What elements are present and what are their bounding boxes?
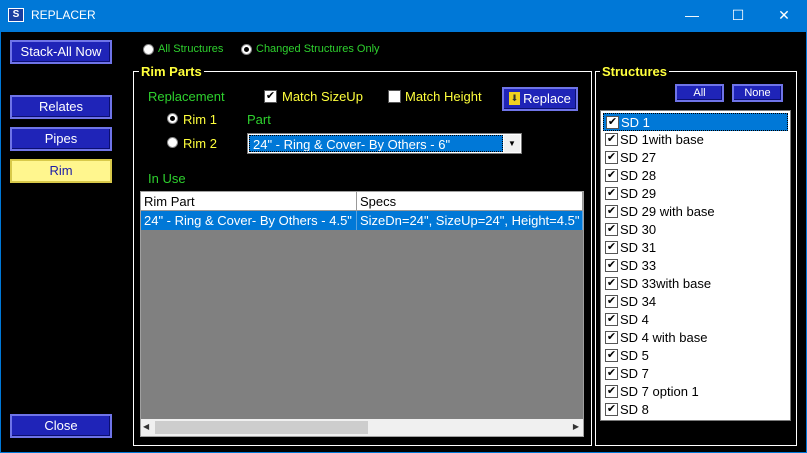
chevron-down-icon[interactable]: ▼ — [504, 135, 520, 152]
structure-checkbox[interactable]: ✔ — [605, 169, 618, 182]
app-icon: S — [8, 8, 24, 22]
structure-label: SD 7 — [620, 366, 649, 381]
horizontal-scrollbar[interactable]: ◀ ▶ — [141, 419, 583, 436]
changed-structures-radio[interactable] — [241, 44, 252, 55]
select-none-button[interactable]: None — [732, 84, 783, 102]
rim-button[interactable]: Rim — [10, 159, 112, 183]
structure-label: SD 1 — [621, 115, 650, 130]
list-item[interactable]: ✔ SD 7 option 1 — [603, 383, 788, 401]
structure-checkbox[interactable]: ✔ — [606, 116, 619, 129]
structure-checkbox[interactable]: ✔ — [605, 349, 618, 362]
structure-checkbox[interactable]: ✔ — [605, 205, 618, 218]
list-item[interactable]: ✔ SD 31 — [603, 239, 788, 257]
part-select[interactable]: 24" - Ring & Cover- By Others - 6" ▼ — [247, 133, 522, 154]
rim1-radio[interactable] — [167, 113, 178, 124]
close-window-icon[interactable]: ✕ — [761, 0, 807, 31]
scroll-thumb[interactable] — [155, 421, 368, 434]
structure-label: SD 34 — [620, 294, 657, 309]
structure-label: SD 33 — [620, 258, 657, 273]
title-bar[interactable]: S REPLACER — ☐ ✕ — [0, 0, 807, 31]
list-item[interactable]: ✔ SD 29 — [603, 185, 788, 203]
structure-checkbox[interactable]: ✔ — [605, 241, 618, 254]
structure-label: SD 1with base — [620, 132, 704, 147]
scroll-right-icon[interactable]: ▶ — [573, 422, 579, 431]
list-item[interactable]: ✔ SD 28 — [603, 167, 788, 185]
list-item[interactable]: ✔ SD 29 with base — [603, 203, 788, 221]
structure-label: SD 29 with base — [620, 204, 715, 219]
structure-label: SD 33with base — [620, 276, 712, 291]
structure-label: SD 29 — [620, 186, 657, 201]
scroll-left-icon[interactable]: ◀ — [143, 422, 149, 431]
list-item[interactable]: ✔ SD 1 — [603, 113, 788, 131]
structures-list[interactable]: ✔ SD 1 ✔ SD 1with base ✔ SD 27 ✔ SD 28 ✔ SD 29 ✔ SD… — [600, 110, 791, 421]
pipes-button[interactable]: Pipes — [10, 127, 112, 151]
part-label: Part — [247, 112, 271, 127]
table-row-cell-rim-part[interactable]: 24" - Ring & Cover- By Others - 4.5" — [141, 211, 357, 230]
minimize-icon[interactable]: — — [669, 0, 715, 31]
stack-all-now-button[interactable]: Stack-All Now — [10, 40, 112, 64]
select-all-button[interactable]: All — [675, 84, 724, 102]
structure-label: SD 28 — [620, 168, 657, 183]
maximize-icon[interactable]: ☐ — [715, 0, 761, 31]
list-item[interactable]: ✔ SD 4 with base — [603, 329, 788, 347]
changed-structures-label: Changed Structures Only — [256, 43, 380, 55]
list-item[interactable]: ✔ SD 27 — [603, 149, 788, 167]
structure-checkbox[interactable]: ✔ — [605, 187, 618, 200]
list-item[interactable]: ✔ SD 5 — [603, 347, 788, 365]
replace-button-label: Replace — [523, 91, 571, 106]
structure-label: SD 27 — [620, 150, 657, 165]
in-use-table[interactable]: Rim Part Specs 24" - Ring & Cover- By Ot… — [140, 191, 584, 437]
structure-checkbox[interactable]: ✔ — [605, 223, 618, 236]
rim2-label: Rim 2 — [183, 136, 217, 151]
structure-checkbox[interactable]: ✔ — [605, 385, 618, 398]
structure-checkbox[interactable]: ✔ — [605, 259, 618, 272]
list-item[interactable]: ✔ SD 34 — [603, 293, 788, 311]
structure-checkbox[interactable]: ✔ — [605, 367, 618, 380]
rim1-label: Rim 1 — [183, 112, 217, 127]
in-use-label: In Use — [148, 171, 186, 186]
part-select-value: 24" - Ring & Cover- By Others - 6" — [249, 135, 503, 152]
list-item[interactable]: ✔ SD 33with base — [603, 275, 788, 293]
structure-label: SD 5 — [620, 348, 649, 363]
structure-checkbox[interactable]: ✔ — [605, 133, 618, 146]
replace-button[interactable]: ⬇ Replace — [502, 87, 578, 111]
list-item[interactable]: ✔ SD 30 — [603, 221, 788, 239]
rim-parts-legend: Rim Parts — [139, 64, 204, 79]
match-height-checkbox[interactable] — [388, 90, 401, 103]
list-item[interactable]: ✔ SD 4 — [603, 311, 788, 329]
structure-label: SD 4 — [620, 312, 649, 327]
list-item[interactable]: ✔ SD 33 — [603, 257, 788, 275]
list-item[interactable]: ✔ SD 7 — [603, 365, 788, 383]
list-item[interactable]: ✔ SD 1with base — [603, 131, 788, 149]
structure-label: SD 4 with base — [620, 330, 708, 345]
structure-label: SD 7 option 1 — [620, 384, 699, 399]
structure-checkbox[interactable]: ✔ — [605, 313, 618, 326]
match-height-label: Match Height — [405, 89, 482, 104]
structures-legend: Structures — [600, 64, 670, 79]
structure-checkbox[interactable]: ✔ — [605, 151, 618, 164]
column-header-specs[interactable]: Specs — [357, 192, 583, 211]
all-structures-label: All Structures — [158, 43, 224, 55]
replacement-label: Replacement — [148, 89, 225, 104]
download-arrow-icon: ⬇ — [509, 92, 520, 105]
column-header-rim-part[interactable]: Rim Part — [141, 192, 357, 211]
structure-checkbox[interactable]: ✔ — [605, 277, 618, 290]
close-button[interactable]: Close — [10, 414, 112, 438]
structure-label: SD 8 — [620, 402, 649, 417]
table-row-cell-specs[interactable]: SizeDn=24", SizeUp=24", Height=4.5" — [357, 211, 583, 230]
structure-checkbox[interactable]: ✔ — [605, 331, 618, 344]
all-structures-radio[interactable] — [143, 44, 154, 55]
relates-button[interactable]: Relates — [10, 95, 112, 119]
structure-checkbox[interactable]: ✔ — [605, 403, 618, 416]
match-sizeup-label: Match SizeUp — [282, 89, 363, 104]
structure-label: SD 30 — [620, 222, 657, 237]
rim2-radio[interactable] — [167, 137, 178, 148]
structure-label: SD 31 — [620, 240, 657, 255]
window-title: REPLACER — [31, 8, 96, 22]
list-item[interactable]: ✔ SD 8 — [603, 401, 788, 419]
structure-checkbox[interactable]: ✔ — [605, 295, 618, 308]
match-sizeup-checkbox[interactable]: ✔ — [264, 90, 277, 103]
